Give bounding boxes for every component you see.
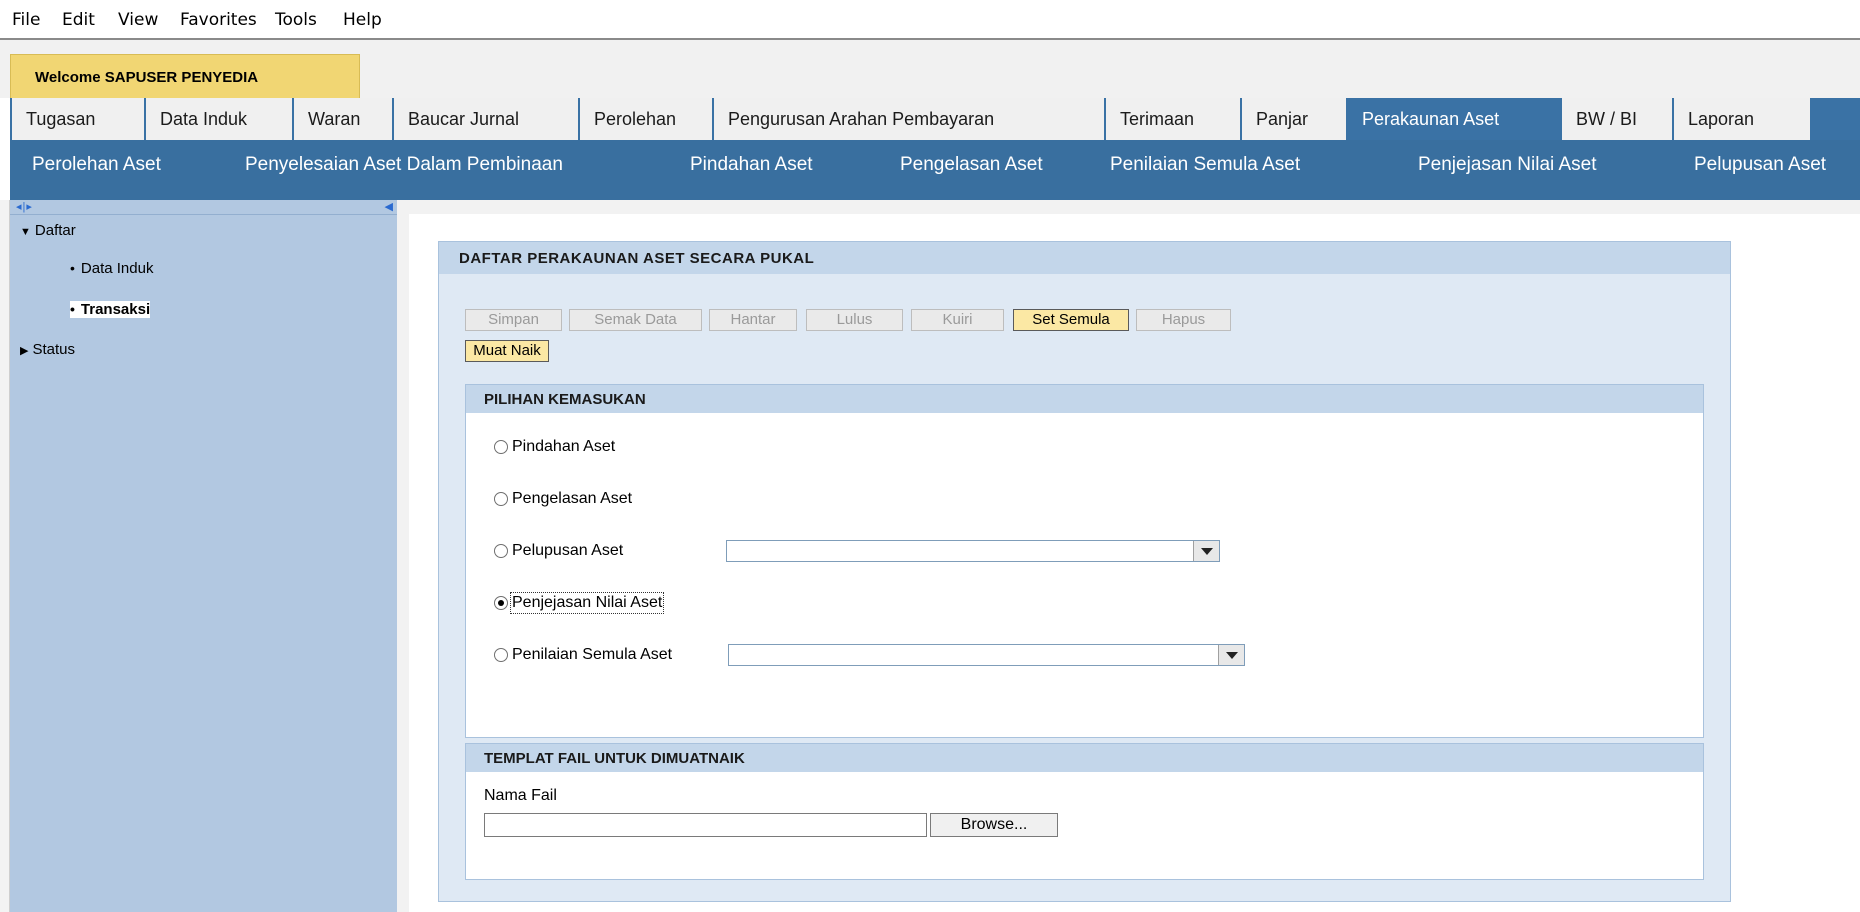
tree-label: Transaksi: [80, 301, 151, 318]
menu-help[interactable]: Help: [343, 10, 382, 30]
label-penilaian-semula-aset: Penilaian Semula Aset: [512, 646, 673, 663]
label-pengelasan-aset: Pengelasan Aset: [512, 490, 633, 507]
radio-penilaian-semula-aset[interactable]: [494, 648, 508, 662]
tree-label: Daftar: [34, 222, 76, 239]
templat-fail-section: TEMPLAT FAIL UNTUK DIMUATNAIK Nama Fail …: [465, 743, 1704, 880]
subnav-pelupusan-aset[interactable]: Pelupusan Aset: [1694, 154, 1826, 176]
tab-perolehan[interactable]: Perolehan: [580, 98, 714, 140]
tree-item-transaksi[interactable]: • Transaksi: [70, 301, 151, 318]
muat-naik-button[interactable]: Muat Naik: [465, 340, 549, 362]
section-title: PILIHAN KEMASUKAN: [484, 391, 646, 408]
radio-penjejasan-nilai-aset[interactable]: [494, 596, 508, 610]
collapse-left-icon[interactable]: ◀: [385, 200, 393, 213]
subnav-pindahan-aset[interactable]: Pindahan Aset: [690, 154, 813, 176]
subnav-perolehan-aset[interactable]: Perolehan Aset: [32, 154, 161, 176]
tab-pengurusan-arahan-pembayaran[interactable]: Pengurusan Arahan Pembayaran: [714, 98, 1106, 140]
collapsed-arrow-icon: ▶: [20, 345, 29, 357]
tree-label: Status: [32, 341, 75, 358]
main-panel: DAFTAR PERAKAUNAN ASET SECARA PUKAL Simp…: [438, 241, 1731, 902]
subnav-penilaian-semula-aset[interactable]: Penilaian Semula Aset: [1110, 154, 1300, 176]
sub-nav-bar: Perolehan Aset Penyelesaian Aset Dalam P…: [10, 140, 1860, 200]
tab-data-induk[interactable]: Data Induk: [146, 98, 294, 140]
pilihan-kemasukan-section: PILIHAN KEMASUKAN Pindahan Aset Pengelas…: [465, 384, 1704, 738]
hantar-button[interactable]: Hantar: [709, 309, 797, 331]
menu-view[interactable]: View: [118, 10, 158, 30]
tab-bw-bi[interactable]: BW / BI: [1562, 98, 1674, 140]
tree-item-status[interactable]: ▶ Status: [20, 341, 75, 358]
expanded-arrow-icon: ▼: [20, 226, 31, 238]
menu-bar: File Edit View Favorites Tools Help: [0, 0, 1860, 40]
label-pindahan-aset: Pindahan Aset: [512, 438, 616, 455]
set-semula-button[interactable]: Set Semula: [1013, 309, 1129, 331]
tab-baucar-jurnal[interactable]: Baucar Jurnal: [394, 98, 580, 140]
subnav-penjejasan-nilai-aset[interactable]: Penjejasan Nilai Aset: [1418, 154, 1597, 176]
subnav-penyelesaian-aset[interactable]: Penyelesaian Aset Dalam Pembinaan: [245, 154, 563, 176]
browse-button[interactable]: Browse...: [930, 813, 1058, 837]
collapse-arrows-icon[interactable]: ◂|▸: [16, 200, 33, 213]
top-tab-bar: Tugasan Data Induk Waran Baucar Jurnal P…: [0, 98, 1860, 140]
penilaian-semula-aset-dropdown[interactable]: [728, 644, 1245, 666]
nama-fail-label: Nama Fail: [484, 787, 557, 804]
pelupusan-aset-dropdown[interactable]: [726, 540, 1220, 562]
tree-label: Data Induk: [80, 260, 154, 277]
subnav-pengelasan-aset[interactable]: Pengelasan Aset: [900, 154, 1043, 176]
simpan-button[interactable]: Simpan: [465, 309, 562, 331]
panel-header: DAFTAR PERAKAUNAN ASET SECARA PUKAL: [439, 242, 1730, 274]
chevron-down-icon[interactable]: [1218, 645, 1244, 665]
radio-pelupusan-aset[interactable]: [494, 544, 508, 558]
welcome-banner: Welcome SAPUSER PENYEDIA: [10, 54, 360, 98]
tab-tugasan[interactable]: Tugasan: [12, 98, 146, 140]
section-header: PILIHAN KEMASUKAN: [466, 385, 1703, 413]
tab-perakaunan-aset[interactable]: Perakaunan Aset: [1348, 98, 1562, 140]
radio-pengelasan-aset[interactable]: [494, 492, 508, 506]
sidebar-resize-handle[interactable]: ◂|▸ ◀: [10, 200, 397, 215]
lulus-button[interactable]: Lulus: [806, 309, 903, 331]
semak-data-button[interactable]: Semak Data: [569, 309, 702, 331]
hapus-button[interactable]: Hapus: [1136, 309, 1231, 331]
bullet-icon: •: [70, 301, 75, 317]
section-title: TEMPLAT FAIL UNTUK DIMUATNAIK: [484, 750, 745, 767]
radio-pindahan-aset[interactable]: [494, 440, 508, 454]
left-frame-edge: [0, 200, 10, 912]
tree-item-daftar[interactable]: ▼ Daftar: [20, 222, 76, 239]
label-pelupusan-aset: Pelupusan Aset: [512, 542, 624, 559]
welcome-text: Welcome SAPUSER PENYEDIA: [35, 69, 259, 86]
sidebar: ◂|▸ ◀ ▼ Daftar • Data Induk • Transaksi ▶ St…: [10, 200, 397, 912]
section-header: TEMPLAT FAIL UNTUK DIMUATNAIK: [466, 744, 1703, 772]
tab-laporan[interactable]: Laporan: [1674, 98, 1812, 140]
label-penjejasan-nilai-aset: Penjejasan Nilai Aset: [509, 592, 665, 614]
panel-title: DAFTAR PERAKAUNAN ASET SECARA PUKAL: [459, 250, 815, 267]
tab-waran[interactable]: Waran: [294, 98, 394, 140]
menu-file[interactable]: File: [12, 10, 40, 30]
tab-terimaan[interactable]: Terimaan: [1106, 98, 1242, 140]
chevron-down-icon[interactable]: [1193, 541, 1219, 561]
bullet-icon: •: [70, 260, 75, 276]
tree-item-data-induk[interactable]: • Data Induk: [70, 260, 153, 277]
menu-edit[interactable]: Edit: [62, 10, 95, 30]
kuiri-button[interactable]: Kuiri: [911, 309, 1004, 331]
menu-favorites[interactable]: Favorites: [180, 10, 257, 30]
file-path-input[interactable]: [484, 813, 927, 837]
menu-tools[interactable]: Tools: [275, 10, 317, 30]
tab-panjar[interactable]: Panjar: [1242, 98, 1348, 140]
